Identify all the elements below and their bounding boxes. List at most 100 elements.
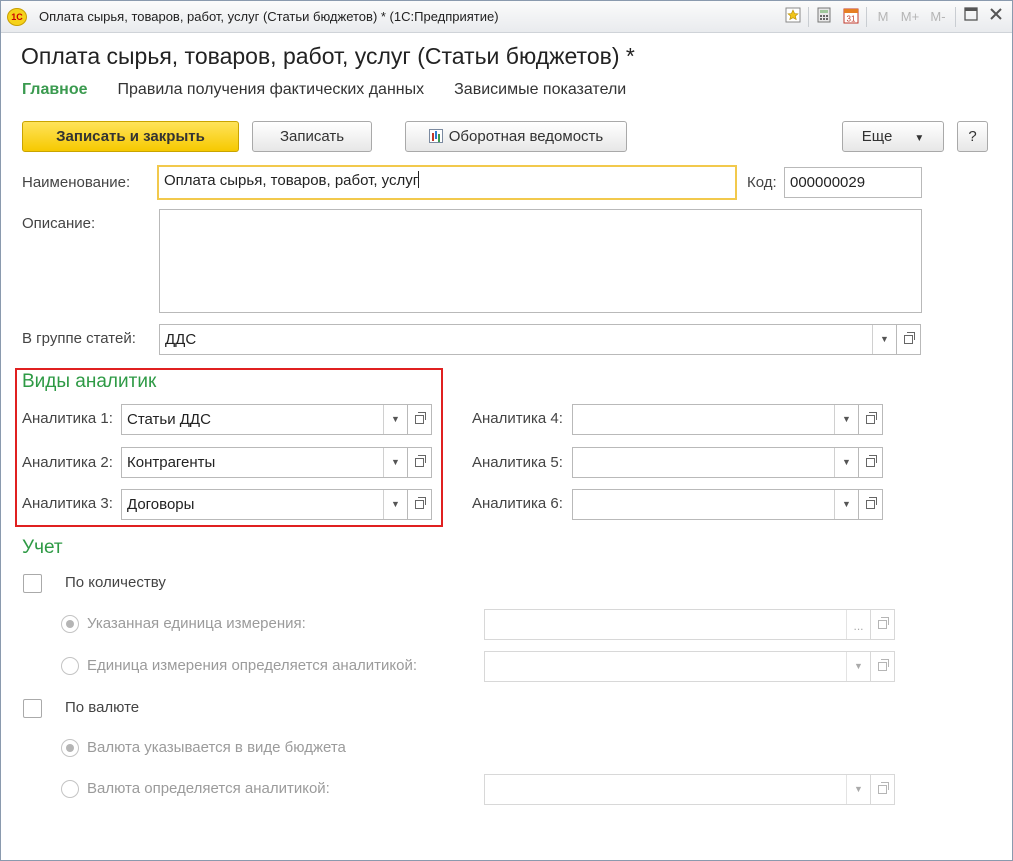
chevron-down-icon[interactable]: ▼ xyxy=(383,490,407,519)
open-icon xyxy=(878,659,889,671)
tab-dependent-indicators[interactable]: Зависимые показатели xyxy=(454,81,626,98)
form-tabs: Главное Правила получения фактических дан… xyxy=(22,81,656,99)
memory-plus-icon[interactable]: M+ xyxy=(897,7,923,27)
page-title: Оплата сырья, товаров, работ, услуг (Ста… xyxy=(21,43,635,69)
name-value: Оплата сырья, товаров, работ, услуг xyxy=(164,172,419,189)
title-bar: 1С Оплата сырья, товаров, работ, услуг (… xyxy=(1,1,1012,33)
more-label: Еще xyxy=(861,128,893,145)
tab-main[interactable]: Главное xyxy=(22,81,88,98)
by-currency-label: По валюте xyxy=(65,699,140,716)
unit-input[interactable]: ... xyxy=(484,609,871,640)
chevron-down-icon[interactable]: ▼ xyxy=(834,490,858,519)
analytics-4-select[interactable]: ▼ xyxy=(572,404,859,435)
currency-analytics-select[interactable]: ▼ xyxy=(484,774,871,805)
code-input[interactable]: 000000029 xyxy=(784,167,922,198)
unit-specified-label: Указанная единица измерения: xyxy=(87,615,306,632)
open-icon xyxy=(415,455,426,467)
group-value: ДДС xyxy=(165,331,197,348)
unit-analytics-select[interactable]: ▼ xyxy=(484,651,871,682)
by-quantity-checkbox[interactable] xyxy=(23,574,42,593)
description-label: Описание: xyxy=(22,215,96,232)
ellipsis-button[interactable]: ... xyxy=(846,610,870,639)
calendar-icon[interactable]: 31 xyxy=(841,7,861,27)
analytics-3-value: Договоры xyxy=(127,496,195,513)
chevron-down-icon: ▼ xyxy=(914,133,925,144)
open-unit-analytics-button[interactable] xyxy=(871,651,895,682)
analytics-6-select[interactable]: ▼ xyxy=(572,489,859,520)
open-icon xyxy=(866,455,877,467)
currency-by-analytics-label: Валюта определяется аналитикой: xyxy=(87,780,330,797)
close-icon[interactable] xyxy=(986,7,1006,27)
analytics-5-select[interactable]: ▼ xyxy=(572,447,859,478)
currency-in-budget-label: Валюта указывается в виде бюджета xyxy=(87,739,346,756)
analytics-3-label: Аналитика 3: xyxy=(22,495,113,512)
analytics-section-title: Виды аналитик xyxy=(22,371,157,392)
calculator-icon[interactable] xyxy=(814,7,834,27)
save-button[interactable]: Записать xyxy=(252,121,372,152)
by-quantity-label: По количеству xyxy=(65,574,166,591)
tab-actual-data-rules[interactable]: Правила получения фактических данных xyxy=(118,81,425,98)
restore-icon[interactable] xyxy=(961,7,981,27)
analytics-1-label: Аналитика 1: xyxy=(22,410,113,427)
report-icon xyxy=(428,129,443,143)
open-analytics-6-button[interactable] xyxy=(859,489,883,520)
chevron-down-icon[interactable]: ▼ xyxy=(834,405,858,434)
name-input[interactable]: Оплата сырья, товаров, работ, услуг xyxy=(157,165,737,200)
more-menu-button[interactable]: Еще ▼ xyxy=(842,121,944,152)
unit-by-analytics-label: Единица измерения определяется аналитико… xyxy=(87,657,418,674)
analytics-2-value: Контрагенты xyxy=(127,454,216,471)
help-button[interactable]: ? xyxy=(957,121,988,152)
name-label: Наименование: xyxy=(22,174,131,191)
open-icon xyxy=(415,412,426,424)
analytics-3-select[interactable]: Договоры ▼ xyxy=(121,489,408,520)
group-label: В группе статей: xyxy=(22,330,136,347)
favorite-star-icon[interactable] xyxy=(783,7,803,27)
unit-by-analytics-radio[interactable] xyxy=(61,657,79,675)
currency-by-analytics-radio[interactable] xyxy=(61,780,79,798)
chevron-down-icon[interactable]: ▼ xyxy=(846,652,870,681)
form-window: 1С Оплата сырья, товаров, работ, услуг (… xyxy=(0,0,1013,861)
analytics-4-label: Аналитика 4: xyxy=(472,410,563,427)
open-icon xyxy=(866,497,877,509)
analytics-2-select[interactable]: Контрагенты ▼ xyxy=(121,447,408,478)
code-label: Код: xyxy=(747,174,777,191)
analytics-1-select[interactable]: Статьи ДДС ▼ xyxy=(121,404,408,435)
group-select[interactable]: ДДС ▼ xyxy=(159,324,897,355)
save-and-close-button[interactable]: Записать и закрыть xyxy=(22,121,239,152)
analytics-6-label: Аналитика 6: xyxy=(472,495,563,512)
memory-m-icon[interactable]: M xyxy=(873,7,893,27)
unit-specified-radio[interactable] xyxy=(61,615,79,633)
memory-minus-icon[interactable]: M- xyxy=(925,7,951,27)
open-unit-button[interactable] xyxy=(871,609,895,640)
open-icon xyxy=(415,497,426,509)
open-analytics-4-button[interactable] xyxy=(859,404,883,435)
analytics-5-label: Аналитика 5: xyxy=(472,454,563,471)
turnover-report-label: Оборотная ведомость xyxy=(448,128,604,145)
chevron-down-icon[interactable]: ▼ xyxy=(846,775,870,804)
analytics-1-value: Статьи ДДС xyxy=(127,411,211,428)
open-analytics-1-button[interactable] xyxy=(408,404,432,435)
open-analytics-2-button[interactable] xyxy=(408,447,432,478)
window-title: Оплата сырья, товаров, работ, услуг (Ста… xyxy=(39,9,499,24)
accounting-section-title: Учет xyxy=(22,537,63,558)
chevron-down-icon[interactable]: ▼ xyxy=(383,405,407,434)
by-currency-checkbox[interactable] xyxy=(23,699,42,718)
open-icon xyxy=(904,332,915,344)
open-analytics-5-button[interactable] xyxy=(859,447,883,478)
text-cursor xyxy=(418,171,420,188)
turnover-report-button[interactable]: Оборотная ведомость xyxy=(405,121,627,152)
chevron-down-icon[interactable]: ▼ xyxy=(383,448,407,477)
analytics-2-label: Аналитика 2: xyxy=(22,454,113,471)
open-group-button[interactable] xyxy=(897,324,921,355)
calendar-day-label: 31 xyxy=(847,15,856,24)
open-icon xyxy=(878,782,889,794)
open-icon xyxy=(878,617,889,629)
open-currency-analytics-button[interactable] xyxy=(871,774,895,805)
open-icon xyxy=(866,412,877,424)
currency-in-budget-radio[interactable] xyxy=(61,739,79,757)
open-analytics-3-button[interactable] xyxy=(408,489,432,520)
chevron-down-icon[interactable]: ▼ xyxy=(872,325,896,354)
app-logo-icon: 1С xyxy=(7,8,27,26)
description-textarea[interactable] xyxy=(159,209,922,313)
chevron-down-icon[interactable]: ▼ xyxy=(834,448,858,477)
